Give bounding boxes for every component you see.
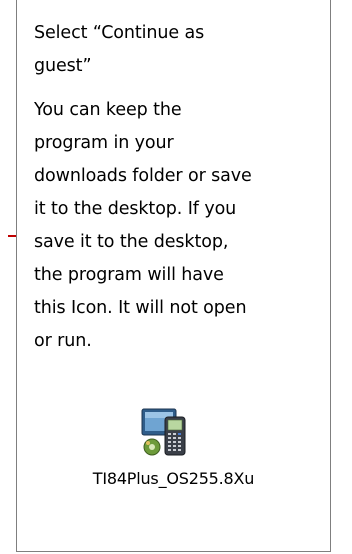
step-instruction: Select “Continue as guest” [34,23,205,76]
ti84-calculator-file-icon [138,405,191,458]
desktop-note: You can keep the program in your downloa… [34,100,252,351]
instruction-text: Select “Continue as guest” You can keep … [34,17,314,358]
file-name-label: TI84Plus_OS255.8Xu [92,469,255,488]
instruction-callout: Select “Continue as guest” You can keep … [16,0,331,552]
